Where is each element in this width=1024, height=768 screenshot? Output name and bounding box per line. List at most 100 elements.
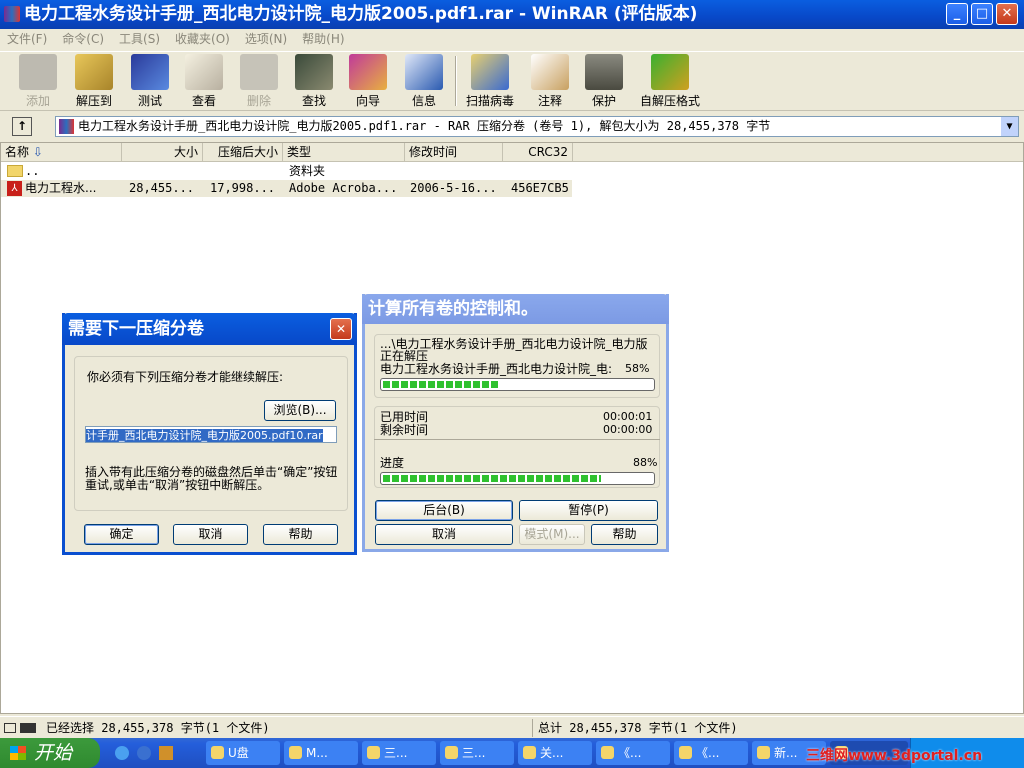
- help-button[interactable]: 帮助: [263, 524, 338, 545]
- delete-button[interactable]: 删除: [237, 54, 281, 109]
- total-percent: 88%: [633, 456, 658, 469]
- prompt-text: 你必须有下列压缩分卷才能继续解压:: [87, 370, 284, 384]
- info-button[interactable]: 信息: [402, 54, 446, 109]
- menu-options[interactable]: 选项(N): [245, 32, 287, 46]
- cancel-button[interactable]: 取消: [173, 524, 248, 545]
- folder-icon: [7, 165, 23, 177]
- instructions-text: 插入带有此压缩分卷的磁盘然后单击“确定”按钮重试,或单击“取消”按钮中断解压。: [85, 465, 338, 492]
- virus-scan-button[interactable]: 扫描病毒: [462, 54, 518, 109]
- find-button[interactable]: 查找: [292, 54, 336, 109]
- volume-filename-input[interactable]: 计手册_西北电力设计院_电力版2005.pdf10.rar: [85, 426, 337, 443]
- sfx-icon: [651, 54, 689, 90]
- view-icon: [185, 54, 223, 90]
- elapsed-time: 00:00:01: [603, 410, 653, 423]
- cancel-button[interactable]: 取消: [375, 524, 513, 545]
- mode-button[interactable]: 模式(M)...: [519, 524, 585, 545]
- maximize-button[interactable]: □: [971, 3, 993, 25]
- drive-icon: [4, 723, 16, 733]
- toolbar: 添加 解压到 测试 查看 删除 查找 向导 信息 扫描病毒 注释 保护 自解压格…: [0, 51, 1024, 111]
- ok-button[interactable]: 确定: [84, 524, 159, 545]
- test-icon: [131, 54, 169, 90]
- archive-path-combo[interactable]: 电力工程水务设计手册_西北电力设计院_电力版2005.pdf1.rar - RA…: [55, 116, 1019, 137]
- col-modified[interactable]: 修改时间: [405, 143, 503, 162]
- rar-icon: [59, 119, 74, 134]
- progress-dialog: 计算所有卷的控制和。 ...\电力工程水务设计手册_西北电力设计院_电力版 正在…: [362, 294, 669, 552]
- menu-commands[interactable]: 命令(C): [62, 32, 104, 46]
- file-progress-bar: [380, 378, 655, 391]
- extract-to-button[interactable]: 解压到: [70, 54, 118, 109]
- sfx-button[interactable]: 自解压格式: [636, 54, 704, 109]
- minimize-button[interactable]: _: [946, 3, 968, 25]
- winrar-icon: [4, 6, 20, 22]
- current-file-text: 电力工程水务设计手册_西北电力设计院_电:: [380, 362, 613, 376]
- archive-path: 电力工程水务设计手册_西北电力设计院_电力版2005.pdf1.rar - RA…: [78, 119, 771, 133]
- dialog-title: 计算所有卷的控制和。: [362, 294, 669, 324]
- up-folder-button[interactable]: ↑: [12, 117, 32, 136]
- help-button[interactable]: 帮助: [591, 524, 658, 545]
- wizard-button[interactable]: 向导: [346, 54, 390, 109]
- window-title: 电力工程水务设计手册_西北电力设计院_电力版2005.pdf1.rar - Wi…: [24, 4, 698, 24]
- view-button[interactable]: 查看: [182, 54, 226, 109]
- next-volume-dialog: 需要下一压缩分卷 ✕ 你必须有下列压缩分卷才能继续解压: 浏览(B)... 计手…: [62, 313, 357, 555]
- menu-file[interactable]: 文件(F): [7, 32, 47, 46]
- menu-bar: 文件(F) 命令(C) 工具(S) 收藏夹(O) 选项(N) 帮助(H): [0, 29, 1024, 50]
- add-button[interactable]: 添加: [16, 54, 60, 109]
- list-header: 名称 ⇩ 大小 压缩后大小 类型 修改时间 CRC32: [1, 143, 1023, 162]
- title-bar: 电力工程水务设计手册_西北电力设计院_电力版2005.pdf1.rar - Wi…: [0, 0, 1024, 29]
- comment-icon: [531, 54, 569, 90]
- pause-button[interactable]: 暂停(P): [519, 500, 658, 521]
- col-type[interactable]: 类型: [283, 143, 405, 162]
- col-size[interactable]: 大小: [122, 143, 203, 162]
- find-icon: [295, 54, 333, 90]
- col-name[interactable]: 名称 ⇩: [1, 143, 122, 162]
- remaining-time: 00:00:00: [603, 423, 653, 436]
- close-icon[interactable]: ✕: [330, 318, 352, 340]
- browser-icon[interactable]: [137, 746, 151, 760]
- taskbar: 开始 U盘 M... 三... 三... 关... 《... 《... 新...…: [0, 738, 1024, 768]
- wizard-icon: [349, 54, 387, 90]
- test-button[interactable]: 测试: [128, 54, 172, 109]
- menu-help[interactable]: 帮助(H): [302, 32, 344, 46]
- pdf-icon: ⅄: [7, 181, 22, 196]
- menu-favorites[interactable]: 收藏夹(O): [175, 32, 230, 46]
- action-text: 正在解压: [380, 349, 429, 363]
- status-selected: 已经选择 28,455,378 字节(1 个文件): [46, 721, 270, 735]
- menu-tools[interactable]: 工具(S): [119, 32, 160, 46]
- key-icon: [20, 723, 36, 733]
- app-icon[interactable]: [159, 746, 173, 760]
- protect-icon: [585, 54, 623, 90]
- close-button[interactable]: ✕: [996, 3, 1018, 25]
- virus-scan-icon: [471, 54, 509, 90]
- watermark: 三维网www.3dportal.cn: [806, 748, 983, 764]
- col-crc[interactable]: CRC32: [503, 143, 573, 162]
- task-ie-3[interactable]: 关...: [518, 741, 592, 765]
- total-label: 进度: [380, 456, 405, 470]
- comment-button[interactable]: 注释: [528, 54, 572, 109]
- elapsed-label: 已用时间: [380, 410, 429, 424]
- list-row-file[interactable]: ⅄ 电力工程水... 28,455... 17,998... Adobe Acr…: [1, 180, 572, 197]
- background-button[interactable]: 后台(B): [375, 500, 513, 521]
- ie-icon[interactable]: [115, 746, 129, 760]
- protect-button[interactable]: 保护: [582, 54, 626, 109]
- remaining-label: 剩余时间: [380, 423, 429, 437]
- col-packed[interactable]: 压缩后大小: [203, 143, 283, 162]
- windows-logo-icon: [10, 746, 26, 760]
- status-total: 总计 28,455,378 字节(1 个文件): [538, 721, 738, 735]
- browse-button[interactable]: 浏览(B)...: [264, 400, 336, 421]
- chevron-down-icon[interactable]: ▼: [1001, 117, 1018, 136]
- info-icon: [405, 54, 443, 90]
- start-button[interactable]: 开始: [0, 738, 100, 768]
- task-excel[interactable]: M...: [284, 741, 358, 765]
- status-bar: 已经选择 28,455,378 字节(1 个文件) 总计 28,455,378 …: [0, 716, 1024, 738]
- sort-arrow-icon: ⇩: [32, 145, 43, 159]
- dialog-title: 需要下一压缩分卷: [62, 313, 357, 345]
- file-percent: 58%: [625, 362, 650, 375]
- list-row-parent[interactable]: .. 资料夹: [1, 163, 572, 180]
- task-ie-5[interactable]: 《...: [674, 741, 748, 765]
- task-ie-1[interactable]: 三...: [362, 741, 436, 765]
- total-progress-bar: [380, 472, 655, 485]
- delete-icon: [240, 54, 278, 90]
- task-ie-4[interactable]: 《...: [596, 741, 670, 765]
- task-udisk[interactable]: U盘: [206, 741, 280, 765]
- task-ie-2[interactable]: 三...: [440, 741, 514, 765]
